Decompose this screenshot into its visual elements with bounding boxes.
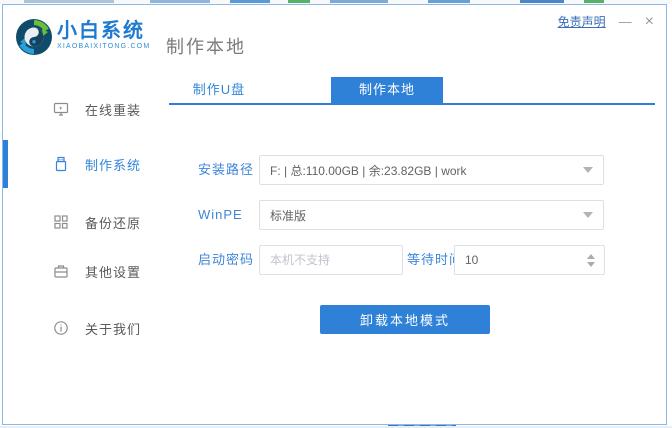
sidebar-item-other-settings[interactable]: 其他设置 bbox=[53, 258, 141, 284]
grid-icon bbox=[53, 214, 69, 230]
sidebar-item-label: 备份还原 bbox=[85, 213, 141, 232]
monitor-icon bbox=[53, 101, 69, 117]
stepper-down-icon[interactable] bbox=[587, 262, 595, 267]
sidebar-item-about-us[interactable]: 关于我们 bbox=[53, 315, 141, 341]
uninstall-local-mode-button[interactable]: 卸载本地模式 bbox=[320, 305, 490, 334]
brand-text: 小白系统 XIAOBAIXITONG.COM bbox=[57, 18, 150, 56]
info-icon bbox=[53, 320, 69, 336]
stepper-up-icon[interactable] bbox=[587, 254, 595, 259]
minimize-button[interactable]: — bbox=[619, 17, 632, 27]
brand-name: 小白系统 bbox=[57, 20, 150, 42]
wait-time-stepper[interactable] bbox=[587, 254, 604, 267]
boot-password-input[interactable] bbox=[259, 245, 403, 275]
wait-time-input[interactable] bbox=[455, 246, 587, 274]
tab-make-usb[interactable]: 制作U盘 bbox=[169, 77, 269, 103]
sidebar-item-online-reinstall[interactable]: 在线重装 bbox=[53, 96, 141, 122]
chevron-down-icon bbox=[583, 167, 593, 173]
page-title: 制作本地 bbox=[166, 33, 246, 59]
briefcase-icon bbox=[53, 263, 69, 279]
install-path-select[interactable]: F: | 总:110.00GB | 余:23.82GB | work bbox=[259, 155, 604, 185]
sidebar-item-label: 关于我们 bbox=[85, 319, 141, 338]
install-path-value: F: | 总:110.00GB | 余:23.82GB | work bbox=[270, 162, 577, 179]
wait-time-field bbox=[454, 245, 605, 275]
sidebar-item-label: 其他设置 bbox=[85, 262, 141, 281]
sidebar-item-backup-restore[interactable]: 备份还原 bbox=[53, 209, 141, 235]
usb-drive-icon bbox=[53, 156, 69, 172]
winpe-select[interactable]: 标准版 bbox=[259, 200, 604, 230]
brand-domain: XIAOBAIXITONG.COM bbox=[57, 42, 150, 51]
tab-make-local[interactable]: 制作本地 bbox=[331, 77, 443, 103]
content-tabs: 制作U盘 制作本地 bbox=[169, 77, 655, 105]
winpe-value: 标准版 bbox=[270, 207, 577, 224]
xiaobai-logo-icon bbox=[15, 18, 53, 56]
boot-password-label: 启动密码 bbox=[198, 245, 254, 275]
sidebar-item-make-system[interactable]: 制作系统 bbox=[53, 151, 141, 177]
disclaimer-link[interactable]: 免责声明 bbox=[558, 13, 606, 30]
window-titlebar-controls: 免责声明 — × bbox=[558, 13, 654, 30]
app-logo: 小白系统 XIAOBAIXITONG.COM bbox=[15, 18, 150, 56]
sidebar-item-label: 制作系统 bbox=[85, 155, 141, 174]
sidebar-active-indicator bbox=[3, 140, 8, 188]
install-path-label: 安装路径 bbox=[198, 155, 254, 185]
close-button[interactable]: × bbox=[645, 16, 654, 28]
app-window: 免责声明 — × 小白系统 XIAOBAIXITONG.COM 制作本地 bbox=[2, 4, 667, 425]
winpe-label: WinPE bbox=[198, 200, 243, 230]
sidebar-item-label: 在线重装 bbox=[85, 100, 141, 119]
chevron-down-icon bbox=[583, 212, 593, 218]
